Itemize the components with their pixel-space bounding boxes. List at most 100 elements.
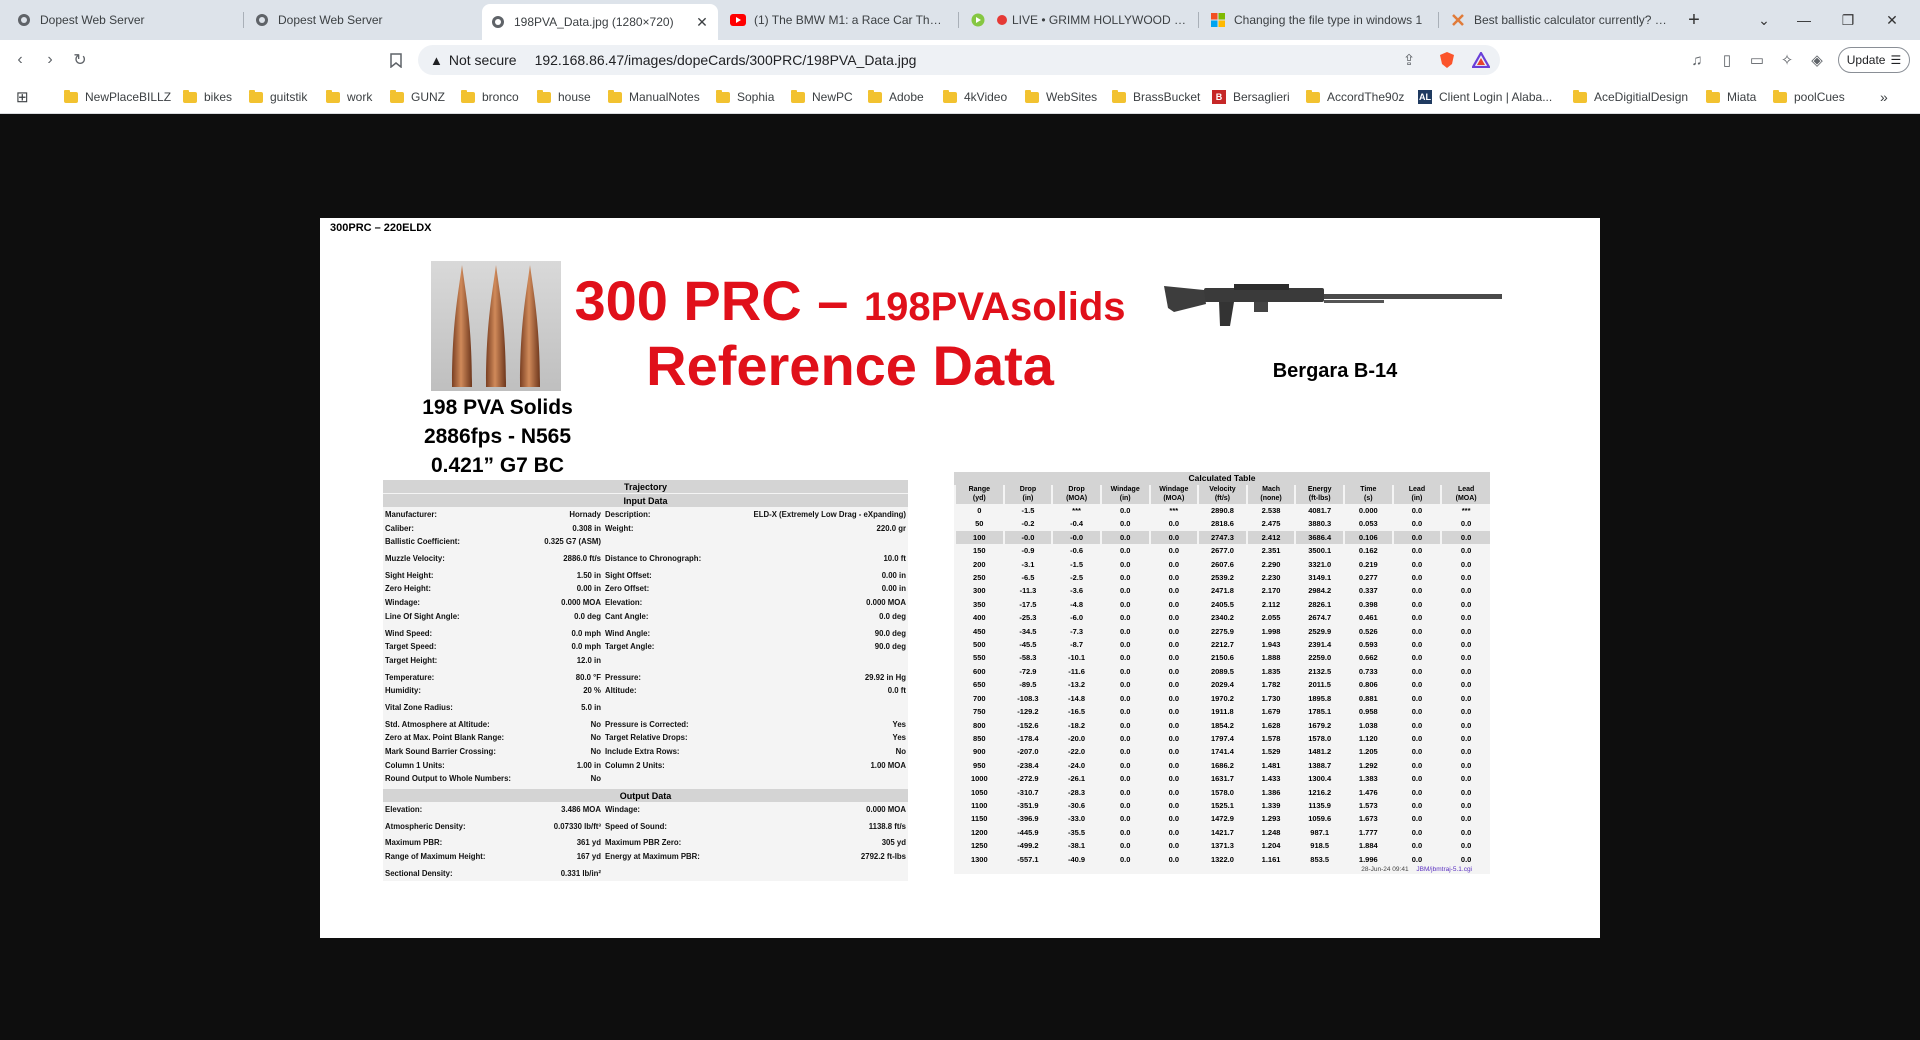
- table-cell: 1.996: [1343, 852, 1393, 866]
- tab-dopest-web-server-2[interactable]: Dopest Web Server: [246, 4, 480, 36]
- bookmark-house[interactable]: house: [537, 88, 591, 106]
- bookmark-manualnotes[interactable]: ManualNotes: [608, 88, 700, 106]
- bookmark-bersaglieri[interactable]: B Bersaglieri: [1212, 88, 1290, 106]
- new-tab-button[interactable]: +: [1672, 4, 1716, 36]
- address-bar[interactable]: ▲ Not secure 192.168.86.47/images/dopeCa…: [418, 45, 1500, 75]
- bookmark-newpc[interactable]: NewPC: [791, 88, 853, 106]
- bookmark-guitstik[interactable]: guitstik: [249, 88, 307, 106]
- field-label: Target Speed:: [385, 642, 437, 652]
- brave-rewards-icon[interactable]: [1470, 49, 1492, 71]
- field-value: No: [590, 719, 601, 729]
- field-value: 0.325 G7 (ASM): [544, 537, 601, 547]
- tab-search-chevron-icon[interactable]: ⌄: [1742, 4, 1786, 36]
- back-button[interactable]: ‹: [6, 46, 34, 74]
- table-cell: -2.5: [1051, 571, 1101, 585]
- table-cell: 1.204: [1245, 839, 1296, 853]
- tab-198pva-data-jpg[interactable]: 198PVA_Data.jpg (1280×720) ✕: [482, 4, 718, 40]
- tab-dopest-web-server-1[interactable]: Dopest Web Server: [8, 4, 242, 36]
- wallet-icon[interactable]: ▭: [1746, 49, 1768, 71]
- bookmark-label: Miata: [1727, 90, 1757, 104]
- table-cell: 0.0: [1391, 638, 1442, 652]
- tab-separator: [1198, 12, 1199, 28]
- table-cell: 2212.7: [1197, 638, 1247, 652]
- field-label: Ballistic Coefficient:: [385, 537, 460, 547]
- output-data-title: Output Data: [383, 789, 908, 804]
- bookmark-acedigitialdesign[interactable]: AceDigitialDesign: [1573, 88, 1688, 106]
- table-cell: 0.0: [1099, 624, 1150, 639]
- field-label: Maximum PBR Zero:: [605, 838, 682, 848]
- table-cell: 2391.4: [1294, 638, 1344, 652]
- trajectory-row: Zero at Max. Point Blank Range: No Target …: [383, 731, 908, 745]
- field-value: 90.0 deg: [874, 628, 906, 638]
- bookmark-adobe[interactable]: Adobe: [868, 88, 924, 106]
- bookmark-poolcues[interactable]: poolCues: [1773, 88, 1845, 106]
- bookmark-client-login[interactable]: AL Client Login | Alaba...: [1418, 88, 1552, 106]
- more-bookmarks-chevron-icon[interactable]: »: [1880, 88, 1888, 106]
- forward-button[interactable]: ›: [36, 46, 64, 74]
- table-cell: 0.0: [1391, 664, 1442, 679]
- table-cell: 0.0: [1099, 731, 1150, 746]
- table-row: 550 -58.3 -10.1 0.0 0.0 2150.6 1.888 2259.0 0.66…: [954, 651, 1490, 665]
- table-cell: 200: [954, 557, 1004, 572]
- field-label: Altitude:: [605, 686, 637, 696]
- url-text[interactable]: 192.168.86.47/images/dopeCards/300PRC/19…: [535, 52, 917, 68]
- security-label[interactable]: Not secure: [449, 52, 517, 68]
- bookmark-bikes[interactable]: bikes: [183, 88, 232, 106]
- folder-icon: [183, 89, 197, 103]
- table-cell: 1970.2: [1197, 691, 1247, 706]
- leo-ai-icon[interactable]: ✧: [1776, 49, 1798, 71]
- bookmark-gunz[interactable]: GUNZ: [390, 88, 445, 106]
- table-cell: 2132.5: [1294, 664, 1344, 679]
- table-cell: 900: [954, 745, 1004, 759]
- bookmark-accordthe90z[interactable]: AccordThe90z: [1306, 88, 1404, 106]
- column-header: Range (yd): [954, 485, 1004, 504]
- table-cell: -3.6: [1051, 584, 1101, 598]
- bookmark-label: 4kVideo: [964, 90, 1008, 104]
- table-cell: 1797.4: [1197, 731, 1247, 746]
- table-cell: ***: [1051, 504, 1101, 518]
- table-row: 300 -11.3 -3.6 0.0 0.0 2471.8 2.170 2984.2 0.337…: [954, 584, 1490, 598]
- tab-changing-file-type[interactable]: Changing the file type in windows 1: [1202, 4, 1436, 36]
- table-cell: -0.6: [1051, 544, 1101, 558]
- field-value: [723, 772, 908, 786]
- table-cell: -7.3: [1051, 624, 1101, 639]
- tab-grimm-hollywood-live[interactable]: LIVE • GRIMM HOLLYWOOD • Ca: [962, 4, 1196, 36]
- bookmark-websites[interactable]: WebSites: [1025, 88, 1097, 106]
- field-value: [723, 701, 908, 715]
- brave-shields-icon[interactable]: [1436, 49, 1458, 71]
- footer-link[interactable]: JBM/jbmtraj-5.1.cgi: [1416, 866, 1472, 873]
- sidebar-icon[interactable]: ▯: [1716, 49, 1738, 71]
- update-button[interactable]: Update ☰: [1838, 47, 1910, 73]
- tab-title: LIVE • GRIMM HOLLYWOOD • Ca: [1012, 13, 1188, 27]
- bookmark-newplacebillz[interactable]: NewPlaceBILLZ: [64, 88, 171, 106]
- apps-grid-icon[interactable]: ⊞: [16, 88, 29, 106]
- table-cell: 2.351: [1245, 544, 1296, 558]
- dope-card-image[interactable]: 300PRC – 220ELDX 198 PVA Solids 2886fps …: [320, 218, 1600, 938]
- column-header-name: Lead: [1408, 486, 1426, 493]
- table-cell: 1.038: [1343, 718, 1393, 732]
- table-cell: 0.526: [1343, 624, 1393, 639]
- table-cell: -0.0: [1002, 530, 1053, 545]
- vpn-icon[interactable]: ◈: [1806, 49, 1828, 71]
- table-cell: ***: [1440, 504, 1490, 518]
- bookmark-bronco[interactable]: bronco: [461, 88, 519, 106]
- media-controls-icon[interactable]: ♫: [1686, 49, 1708, 71]
- bookmark-page-icon[interactable]: [382, 46, 410, 74]
- field-label: [605, 701, 723, 715]
- bookmark-brassbucket[interactable]: BrassBucket: [1112, 88, 1200, 106]
- close-tab-icon[interactable]: ✕: [694, 14, 710, 30]
- bookmark-work[interactable]: work: [326, 88, 372, 106]
- reload-button[interactable]: ↻: [66, 46, 94, 74]
- field-label: Mark Sound Barrier Crossing:: [385, 747, 496, 756]
- close-window-button[interactable]: ✕: [1870, 4, 1914, 36]
- restore-button[interactable]: ❐: [1826, 4, 1870, 36]
- minimize-button[interactable]: —: [1782, 4, 1826, 36]
- headline-load: 198PVAsolids: [863, 285, 1126, 329]
- tab-bmw-m1-video[interactable]: (1) The BMW M1: a Race Car That C: [722, 4, 956, 36]
- bookmark-4kvideo[interactable]: 4kVideo: [943, 88, 1007, 106]
- bookmark-sophia[interactable]: Sophia: [716, 88, 774, 106]
- tab-best-ballistic-calculator[interactable]: Best ballistic calculator currently? | F: [1442, 4, 1676, 36]
- share-icon[interactable]: ⇪: [1398, 49, 1420, 71]
- field-label: [605, 654, 723, 668]
- bookmark-miata[interactable]: Miata: [1706, 88, 1756, 106]
